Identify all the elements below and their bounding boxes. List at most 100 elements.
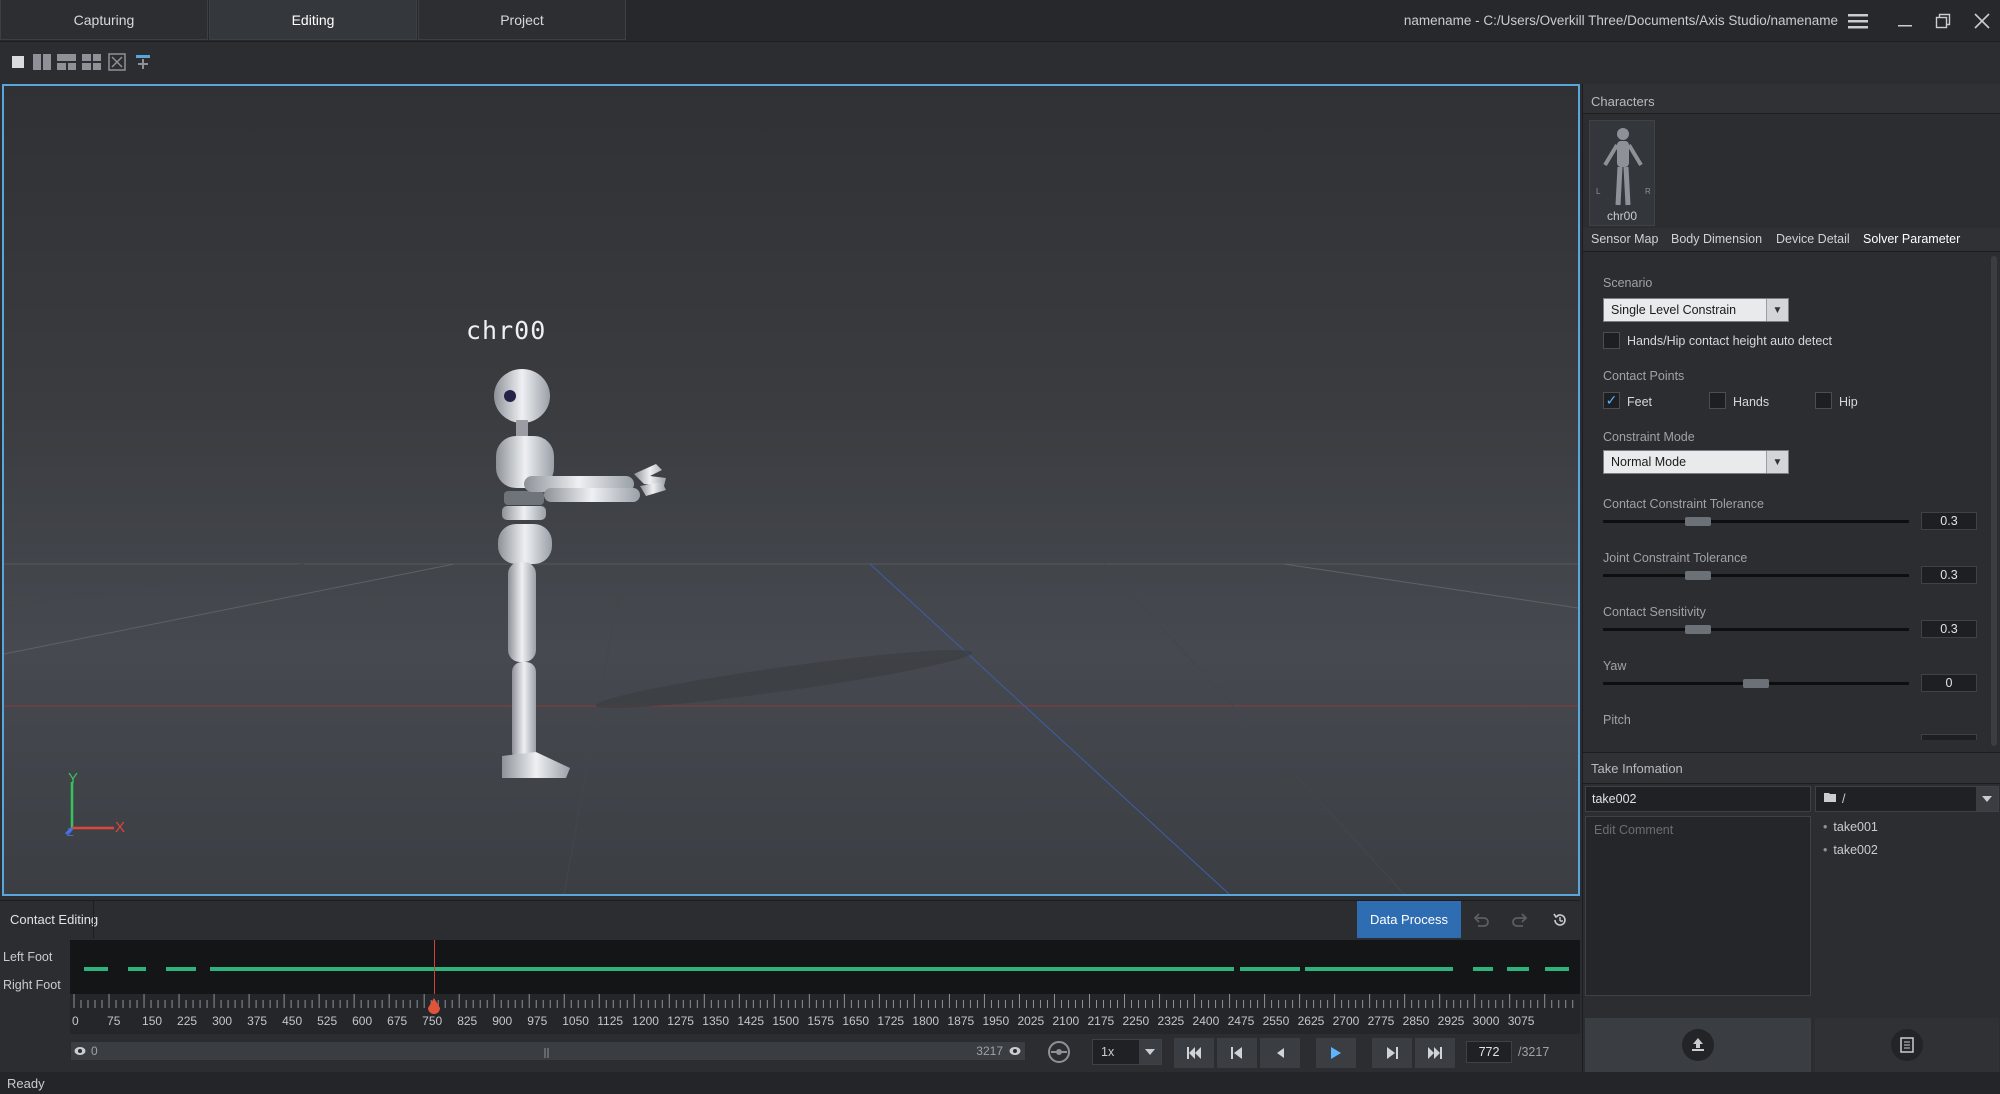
range-scrollbar[interactable]: 0 3217 (70, 1041, 1026, 1061)
constraint-mode-dropdown[interactable]: Normal Mode ▼ (1603, 450, 1789, 474)
step-back-icon (1231, 1047, 1242, 1059)
pitch-value-partial[interactable] (1921, 734, 1977, 740)
take-list-item[interactable]: • take001 (1823, 820, 1878, 834)
reset-history-icon[interactable] (1546, 907, 1574, 933)
range-end-eye-icon[interactable] (1008, 1044, 1022, 1058)
redo-icon[interactable] (1505, 907, 1537, 933)
figure-left-mark: L (1596, 187, 1601, 196)
layout-two-columns-icon[interactable] (32, 52, 52, 72)
slider-handle[interactable] (1685, 571, 1711, 580)
constraint-mode-value: Normal Mode (1611, 455, 1687, 469)
range-end-value: 3217 (976, 1044, 1003, 1058)
minimize-icon[interactable] (1891, 8, 1919, 34)
previous-frame-button[interactable] (1260, 1038, 1300, 1068)
hamburger-menu-icon[interactable] (1844, 8, 1872, 34)
tab-editing[interactable]: Editing (209, 0, 417, 40)
go-to-start-button[interactable] (1174, 1038, 1214, 1068)
feet-checkbox[interactable]: ✓ (1603, 392, 1620, 409)
ruler-tick-label: 900 (492, 1014, 513, 1028)
layout-three-icon[interactable] (56, 52, 76, 72)
chevron-down-icon[interactable] (1976, 787, 1998, 811)
frame-ruler[interactable]: 0 75 150 225 300 375 450 525 600 675 750 825 900 975 1… (70, 994, 1580, 1034)
take-list: • take001 • take002 (1815, 816, 1999, 996)
robot-character-icon[interactable] (474, 356, 674, 836)
layout-custom-icon[interactable] (107, 52, 127, 72)
folder-icon (1824, 792, 1836, 805)
contact-sensitivity-slider[interactable] (1603, 628, 1909, 631)
ruler-tick-label: 1050 (562, 1014, 589, 1028)
tab-body-dimension[interactable]: Body Dimension (1671, 232, 1762, 246)
ruler-tick-label: 600 (352, 1014, 373, 1028)
contact-sensitivity-value[interactable]: 0.3 (1921, 620, 1977, 638)
layout-toolbar (0, 42, 2000, 82)
3d-viewport[interactable]: chr00 Y X Z (2, 84, 1580, 896)
status-bar: Ready (0, 1072, 2000, 1094)
ruler-tick-label: 1200 (632, 1014, 659, 1028)
previous-key-button[interactable] (1217, 1038, 1257, 1068)
yaw-label: Yaw (1603, 659, 1627, 673)
slider-handle[interactable] (1685, 517, 1711, 526)
layout-add-icon[interactable] (133, 52, 153, 72)
ruler-tick-label: 750 (422, 1014, 443, 1028)
take-comment-area[interactable]: Edit Comment (1585, 816, 1811, 996)
joint-constraint-tolerance-slider[interactable] (1603, 574, 1909, 577)
track-label-left-foot: Left Foot (3, 950, 53, 964)
layout-single-icon[interactable] (8, 52, 28, 72)
chevron-down-icon: ▼ (1766, 451, 1788, 473)
tab-device-detail[interactable]: Device Detail (1776, 232, 1850, 246)
next-key-button[interactable] (1372, 1038, 1412, 1068)
right-panel: Characters L R chr00 Sensor Map Body Dim… (1582, 84, 2000, 1072)
go-to-end-button[interactable] (1415, 1038, 1455, 1068)
range-start-eye-icon[interactable] (73, 1044, 87, 1058)
tab-project[interactable]: Project (418, 0, 626, 40)
scenario-label: Scenario (1603, 276, 1653, 290)
ruler-tick-label: 1875 (947, 1014, 975, 1028)
playhead-marker-icon[interactable] (427, 998, 441, 1016)
close-icon[interactable] (1968, 8, 1996, 34)
scenario-value: Single Level Constrain (1611, 303, 1737, 317)
take-list-item[interactable]: • take002 (1823, 843, 1878, 857)
slider-handle[interactable] (1685, 625, 1711, 634)
tab-solver-parameter[interactable]: Solver Parameter (1863, 232, 1960, 246)
yaw-value[interactable]: 0 (1921, 674, 1977, 692)
data-process-button[interactable]: Data Process (1357, 901, 1461, 938)
take-name-input[interactable]: take002 (1585, 786, 1811, 812)
layout-quad-icon[interactable] (81, 52, 101, 72)
loop-icon[interactable] (1046, 1039, 1072, 1065)
chevron-down-icon[interactable] (1139, 1040, 1161, 1064)
joint-constraint-tolerance-value[interactable]: 0.3 (1921, 566, 1977, 584)
pitch-label: Pitch (1603, 713, 1631, 727)
range-grip-icon[interactable] (543, 1046, 551, 1058)
skip-to-start-icon (1187, 1047, 1201, 1059)
character-card[interactable]: L R chr00 (1589, 120, 1655, 226)
tab-sensor-map[interactable]: Sensor Map (1591, 232, 1658, 246)
contact-constraint-tolerance-slider[interactable] (1603, 520, 1909, 523)
hip-checkbox[interactable] (1815, 392, 1832, 409)
solver-scrollbar[interactable] (1991, 256, 1997, 746)
folder-path: / (1842, 792, 1846, 806)
ruler-tick-label: 1650 (842, 1014, 870, 1028)
contact-constraint-tolerance-value[interactable]: 0.3 (1921, 512, 1977, 530)
take-folder-select[interactable]: / (1815, 786, 1999, 812)
hands-checkbox[interactable] (1709, 392, 1726, 409)
restore-icon[interactable] (1929, 8, 1957, 34)
slider-handle[interactable] (1743, 679, 1769, 688)
ruler-tick-label: 1425 (737, 1014, 765, 1028)
scenario-dropdown[interactable]: Single Level Constrain ▼ (1603, 298, 1789, 322)
speed-select[interactable]: 1x (1092, 1039, 1162, 1065)
ruler-tick-label: 1950 (982, 1014, 1010, 1028)
ruler-tick-label: 1275 (667, 1014, 694, 1028)
undo-icon[interactable] (1464, 907, 1496, 933)
tab-capturing[interactable]: Capturing (0, 0, 208, 40)
range-start-value: 0 (91, 1044, 98, 1058)
frame-back-icon (1277, 1048, 1284, 1058)
ruler-tick-label: 1125 (597, 1014, 624, 1028)
current-frame-input[interactable]: 772 (1466, 1041, 1512, 1063)
upload-take-button[interactable] (1585, 1018, 1811, 1072)
ruler-tick-label: 2700 (1332, 1014, 1360, 1028)
ruler-tick-label: 675 (387, 1014, 408, 1028)
play-button[interactable] (1316, 1038, 1356, 1068)
contact-tracks[interactable]: Left Foot Right Foot 0 75 150 225 300 375 450 5… (0, 940, 1580, 1034)
auto-detect-checkbox[interactable] (1603, 332, 1620, 349)
take-log-button[interactable] (1815, 1018, 1999, 1072)
